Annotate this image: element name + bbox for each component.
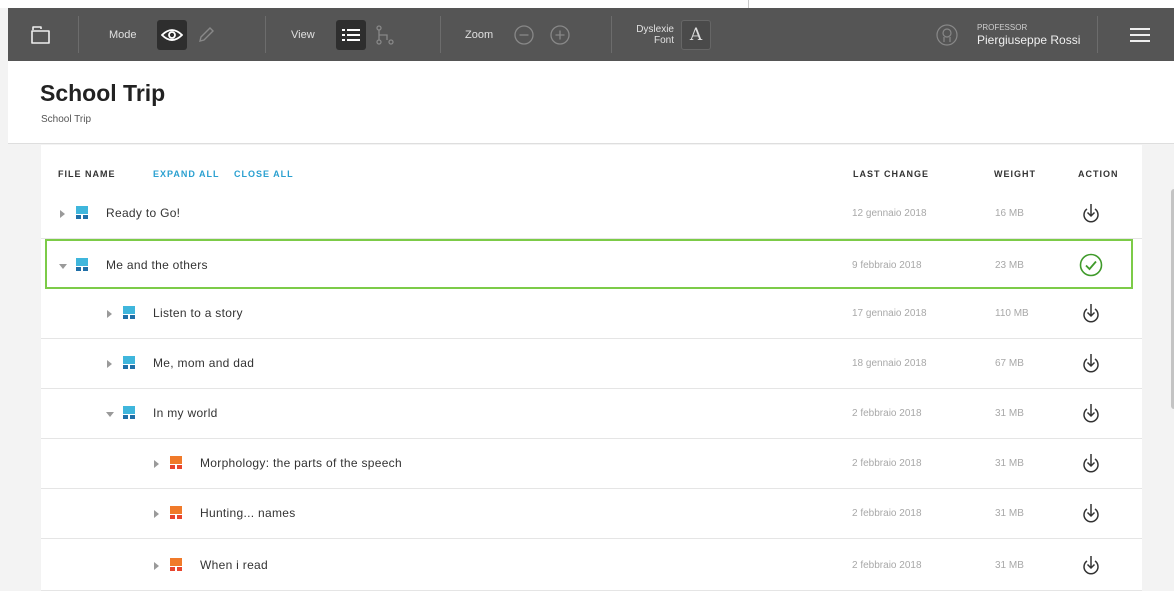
font-label: Font xyxy=(653,34,674,46)
mode-label: Mode xyxy=(109,28,137,41)
column-last-change: LAST CHANGE xyxy=(853,169,929,179)
last-change-date: 2 febbraio 2018 xyxy=(852,408,922,419)
file-icon xyxy=(76,206,88,219)
file-icon xyxy=(123,356,135,369)
tree-icon xyxy=(376,24,394,45)
dyslexie-font-button[interactable]: A xyxy=(681,19,711,50)
file-name[interactable]: In my world xyxy=(153,406,218,420)
last-change-date: 2 febbraio 2018 xyxy=(852,508,922,519)
expand-caret-icon[interactable] xyxy=(154,460,159,468)
top-strip xyxy=(0,0,1174,8)
user-name: Piergiuseppe Rossi xyxy=(977,32,1081,47)
file-weight: 23 MB xyxy=(995,260,1024,271)
user-role: PROFESSOR xyxy=(977,22,1028,32)
column-file-name: FILE NAME xyxy=(58,169,116,179)
edit-mode-button[interactable] xyxy=(191,20,221,50)
last-change-date: 17 gennaio 2018 xyxy=(852,308,927,319)
file-weight: 16 MB xyxy=(995,208,1024,219)
pencil-icon xyxy=(199,26,214,42)
download-icon[interactable] xyxy=(1079,201,1103,225)
column-weight: WEIGHT xyxy=(994,169,1036,179)
file-weight: 67 MB xyxy=(995,358,1024,369)
table-header: FILE NAME EXPAND ALL CLOSE ALL LAST CHAN… xyxy=(41,145,1142,189)
download-icon[interactable] xyxy=(1079,401,1103,425)
table-row[interactable]: Me, mom and dad 18 gennaio 2018 67 MB xyxy=(41,339,1142,389)
downloaded-check-icon[interactable] xyxy=(1079,253,1103,277)
breadcrumb[interactable]: School Trip xyxy=(41,114,91,125)
download-icon[interactable] xyxy=(1079,351,1103,375)
zoom-label: Zoom xyxy=(465,28,494,41)
download-icon[interactable] xyxy=(1079,553,1103,577)
file-name[interactable]: Morphology: the parts of the speech xyxy=(200,456,402,470)
folder-button[interactable] xyxy=(30,8,52,61)
page-title: School Trip xyxy=(40,80,166,106)
folder-icon xyxy=(31,25,50,44)
last-change-date: 9 febbraio 2018 xyxy=(852,260,922,271)
close-all-link[interactable]: CLOSE ALL xyxy=(234,169,294,179)
expand-caret-icon[interactable] xyxy=(60,210,65,218)
download-icon[interactable] xyxy=(1079,301,1103,325)
zoom-out-button[interactable] xyxy=(509,20,539,50)
download-icon[interactable] xyxy=(1079,451,1103,475)
avatar-icon xyxy=(936,23,958,46)
file-icon xyxy=(170,456,182,469)
file-icon xyxy=(123,406,135,419)
file-table: FILE NAME EXPAND ALL CLOSE ALL LAST CHAN… xyxy=(41,145,1174,591)
zoom-in-icon xyxy=(550,24,570,45)
file-weight: 110 MB xyxy=(995,308,1029,319)
file-icon xyxy=(123,306,135,319)
file-icon xyxy=(170,506,182,519)
expand-caret-icon[interactable] xyxy=(154,562,159,570)
list-view-button[interactable] xyxy=(336,19,366,50)
menu-button[interactable] xyxy=(1130,8,1150,61)
expand-all-link[interactable]: EXPAND ALL xyxy=(153,169,220,179)
file-weight: 31 MB xyxy=(995,560,1024,571)
expand-caret-icon[interactable] xyxy=(107,310,112,318)
table-row[interactable]: When i read 2 febbraio 2018 31 MB xyxy=(41,541,1142,591)
user-avatar[interactable] xyxy=(936,8,958,61)
table-row[interactable]: Ready to Go! 12 gennaio 2018 16 MB xyxy=(41,189,1142,239)
view-label: View xyxy=(291,28,315,41)
file-icon xyxy=(76,258,88,271)
expand-caret-icon[interactable] xyxy=(154,510,159,518)
last-change-date: 2 febbraio 2018 xyxy=(852,458,922,469)
eye-icon xyxy=(161,28,183,41)
file-name[interactable]: Me, mom and dad xyxy=(153,356,254,370)
font-a-icon: A xyxy=(689,24,703,45)
collapse-caret-icon[interactable] xyxy=(59,264,67,269)
table-row[interactable]: Hunting... names 2 febbraio 2018 31 MB xyxy=(41,489,1142,539)
file-weight: 31 MB xyxy=(995,508,1024,519)
table-row[interactable]: Me and the others 9 febbraio 2018 23 MB xyxy=(45,239,1133,289)
last-change-date: 2 febbraio 2018 xyxy=(852,560,922,571)
file-weight: 31 MB xyxy=(995,408,1024,419)
content-area: FILE NAME EXPAND ALL CLOSE ALL LAST CHAN… xyxy=(8,145,1174,591)
file-name[interactable]: When i read xyxy=(200,558,268,572)
page-header: School Trip School Trip xyxy=(8,61,1174,144)
collapse-caret-icon[interactable] xyxy=(106,412,114,417)
toolbar: Mode View Zoom Dyslexie Font A PROFESSOR… xyxy=(8,8,1174,61)
column-action: ACTION xyxy=(1078,169,1119,179)
zoom-out-icon xyxy=(514,24,534,45)
last-change-date: 18 gennaio 2018 xyxy=(852,358,927,369)
file-icon xyxy=(170,558,182,571)
expand-caret-icon[interactable] xyxy=(107,360,112,368)
file-name[interactable]: Ready to Go! xyxy=(106,206,180,220)
table-row[interactable]: Morphology: the parts of the speech 2 feb… xyxy=(41,439,1142,489)
download-icon[interactable] xyxy=(1079,501,1103,525)
file-name[interactable]: Me and the others xyxy=(106,258,208,272)
file-name[interactable]: Listen to a story xyxy=(153,306,243,320)
file-weight: 31 MB xyxy=(995,458,1024,469)
zoom-in-button[interactable] xyxy=(545,20,575,50)
list-icon xyxy=(342,28,360,41)
tree-view-button[interactable] xyxy=(370,20,400,50)
table-row[interactable]: Listen to a story 17 gennaio 2018 110 MB xyxy=(41,289,1142,339)
dyslexie-label: Dyslexie xyxy=(636,23,674,35)
table-row[interactable]: In my world 2 febbraio 2018 31 MB xyxy=(41,389,1142,439)
view-mode-button[interactable] xyxy=(157,19,187,50)
hamburger-icon xyxy=(1130,27,1150,42)
file-name[interactable]: Hunting... names xyxy=(200,506,296,520)
last-change-date: 12 gennaio 2018 xyxy=(852,208,927,219)
